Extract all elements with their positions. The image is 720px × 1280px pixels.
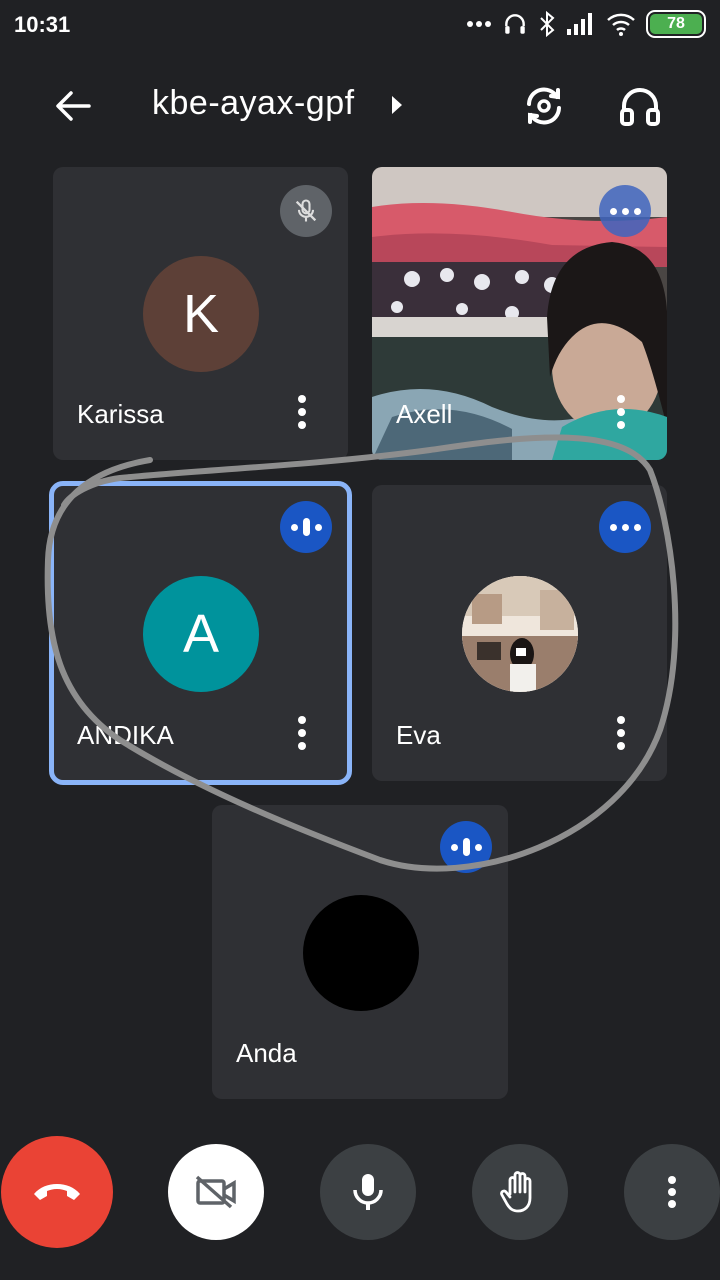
- meeting-details-caret-icon[interactable]: [392, 96, 402, 114]
- bluetooth-icon: [540, 11, 555, 37]
- participant-name: Axell: [396, 399, 453, 429]
- headset-icon: [505, 14, 525, 34]
- wifi-icon: [607, 13, 635, 36]
- participant-name: Karissa: [77, 399, 164, 429]
- switch-camera-icon: [527, 87, 561, 125]
- audio-output-button[interactable]: [614, 80, 666, 132]
- participant-tile-andika[interactable]: A ANDIKA: [49, 481, 352, 785]
- more-options-button[interactable]: [624, 1144, 720, 1240]
- arrow-back-icon: [56, 91, 91, 121]
- call-end-icon: [34, 1184, 80, 1200]
- more-dots-icon: [467, 21, 491, 27]
- participant-tile-anda[interactable]: Anda: [212, 805, 508, 1099]
- speaking-indicator-icon: [280, 501, 332, 553]
- speaking-indicator-icon: [599, 185, 651, 237]
- mic-off-icon: [280, 185, 332, 237]
- battery-icon: 78: [646, 10, 706, 38]
- raise-hand-icon: [500, 1171, 532, 1213]
- avatar-photo: [462, 576, 578, 692]
- participant-menu-button[interactable]: [611, 713, 631, 753]
- microphone-button[interactable]: [320, 1144, 416, 1240]
- camera-toggle-button[interactable]: [168, 1144, 264, 1240]
- participant-menu-button[interactable]: [292, 713, 312, 753]
- videocam-off-icon: [195, 1175, 236, 1209]
- avatar: [303, 895, 419, 1011]
- speaking-indicator-icon: [440, 821, 492, 873]
- raise-hand-button[interactable]: [472, 1144, 568, 1240]
- status-icons: 78: [466, 10, 706, 38]
- avatar-initial: K: [182, 284, 220, 344]
- switch-camera-button[interactable]: [518, 80, 570, 132]
- participant-tile-eva[interactable]: Eva: [372, 485, 667, 781]
- avatar-initial: A: [182, 604, 220, 664]
- signal-icon: [567, 13, 592, 35]
- participant-tile-karissa[interactable]: K Karissa: [53, 167, 348, 460]
- status-time: 10:31: [14, 12, 71, 37]
- more-vert-icon: [668, 1176, 676, 1208]
- participant-name: ANDIKA: [77, 720, 174, 750]
- back-button[interactable]: [48, 84, 98, 128]
- battery-level: 78: [650, 14, 702, 34]
- avatar: K: [143, 256, 259, 372]
- meeting-header: kbe-ayax-gpf: [0, 60, 720, 150]
- participant-tile-axell[interactable]: Axell: [372, 167, 667, 460]
- participant-name: Eva: [396, 720, 441, 750]
- participant-name: Anda: [236, 1038, 297, 1068]
- speaking-indicator-icon: [599, 501, 651, 553]
- avatar: A: [143, 576, 259, 692]
- meeting-code[interactable]: kbe-ayax-gpf: [152, 84, 355, 123]
- participant-menu-button[interactable]: [292, 392, 312, 432]
- participant-menu-button[interactable]: [611, 392, 631, 432]
- end-call-button[interactable]: [1, 1136, 113, 1248]
- headphones-icon: [620, 88, 660, 126]
- status-bar: 10:31 78: [0, 0, 720, 52]
- mic-icon: [353, 1174, 383, 1210]
